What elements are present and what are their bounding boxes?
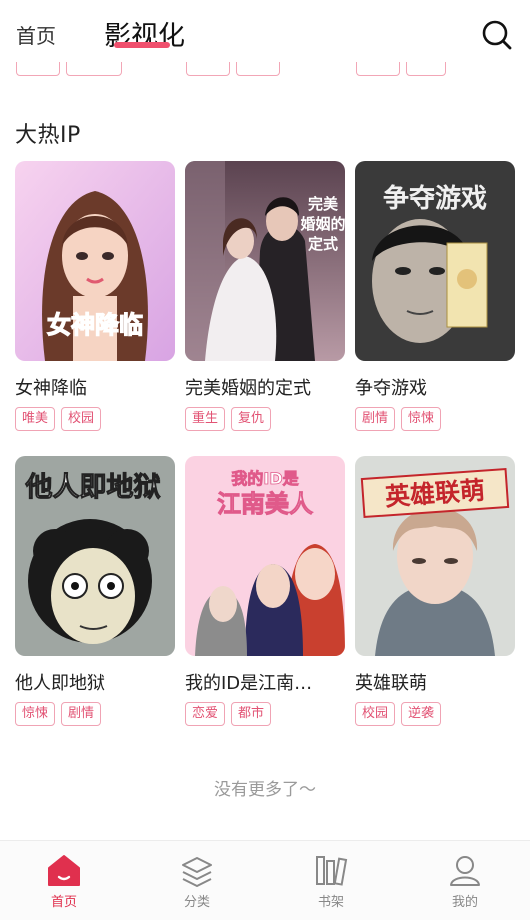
nav-home[interactable]: 首页 <box>24 853 104 915</box>
cover-title-text: 江南美人 <box>217 490 313 518</box>
tag[interactable]: 剧情 <box>61 702 102 726</box>
comic-title[interactable]: 我的ID是江南… <box>185 669 345 695</box>
comic-title[interactable]: 完美婚姻的定式 <box>185 374 345 400</box>
tag <box>356 62 400 76</box>
nav-label: 书架 <box>317 895 344 910</box>
section-title: 大热IP <box>15 123 81 148</box>
tag[interactable]: 校园 <box>61 407 102 431</box>
nav-bookshelf[interactable]: 书架 <box>291 853 371 915</box>
comic-cover[interactable]: 英雄联萌 <box>355 456 515 656</box>
cover-title-text: 婚姻的 <box>300 215 345 233</box>
top-bar: 首页 影视化 <box>0 0 530 62</box>
nav-label: 我的 <box>451 895 478 910</box>
comic-card[interactable]: 女神降临 女神降临 唯美 校园 <box>15 161 175 436</box>
comic-cover[interactable]: 争夺游戏 <box>355 161 515 361</box>
comic-title[interactable]: 英雄联萌 <box>355 669 515 695</box>
tag[interactable]: 惊悚 <box>15 702 56 726</box>
tag-list: 校园 逆袭 <box>355 702 442 726</box>
no-more-text: 没有更多了～ <box>214 780 316 800</box>
tag-list: 惊悚 剧情 <box>15 702 102 726</box>
nav-label: 分类 <box>183 895 210 910</box>
comic-card[interactable]: 英雄联萌 英雄联萌 校园 逆袭 <box>355 456 515 731</box>
tag <box>236 62 280 76</box>
tag[interactable]: 校园 <box>355 702 396 726</box>
tag-list: 剧情 惊悚 <box>355 407 442 431</box>
comic-card[interactable]: 我的ID是 江南美人 我的ID是江南… 恋爱 都市 <box>185 456 345 731</box>
tag-list: 唯美 校园 <box>15 407 102 431</box>
nav-profile[interactable]: 我的 <box>425 853 505 915</box>
comic-title[interactable]: 女神降临 <box>15 374 175 400</box>
tag <box>66 62 122 76</box>
cover-title-text: 女神降临 <box>47 311 143 339</box>
cover-title-text: 完美 <box>308 195 339 213</box>
comic-card[interactable]: 他人即地狱 他人即地狱 惊悚 剧情 <box>15 456 175 731</box>
tag[interactable]: 逆袭 <box>401 702 442 726</box>
tag[interactable]: 剧情 <box>355 407 396 431</box>
cover-title-text: 他人即地狱 <box>25 472 161 503</box>
cover-title-text: 争夺游戏 <box>383 184 487 214</box>
cover-title-text: 我的ID是 <box>231 469 298 488</box>
comic-title[interactable]: 他人即地狱 <box>15 669 175 695</box>
comic-cover[interactable]: 他人即地狱 <box>15 456 175 656</box>
previous-row-tags <box>0 62 530 82</box>
tag[interactable]: 重生 <box>185 407 226 431</box>
active-tab-indicator <box>114 42 170 48</box>
search-button[interactable] <box>480 18 514 52</box>
tag <box>16 62 60 76</box>
bottom-nav: 首页 分类 书架 我的 <box>0 840 530 920</box>
tag <box>406 62 446 76</box>
comic-card[interactable]: 完美 婚姻的 定式 完美婚姻的定式 重生 复仇 <box>185 161 345 436</box>
comic-cover[interactable]: 完美 婚姻的 定式 <box>185 161 345 361</box>
tag-list: 恋爱 都市 <box>185 702 272 726</box>
comic-title[interactable]: 争夺游戏 <box>355 374 515 400</box>
tab-home[interactable]: 首页 <box>16 20 56 49</box>
cover-title-text: 定式 <box>308 235 338 253</box>
comic-cover[interactable]: 我的ID是 江南美人 <box>185 456 345 656</box>
nav-category[interactable]: 分类 <box>157 853 237 915</box>
home-icon <box>48 855 80 886</box>
comic-card[interactable]: 争夺游戏 争夺游戏 剧情 惊悚 <box>355 161 515 436</box>
comic-cover[interactable]: 女神降临 <box>15 161 175 361</box>
category-icon <box>182 857 212 887</box>
tag-list: 重生 复仇 <box>185 407 272 431</box>
tag <box>186 62 230 76</box>
tag[interactable]: 都市 <box>231 702 272 726</box>
nav-label: 首页 <box>50 895 77 910</box>
tag[interactable]: 复仇 <box>231 407 272 431</box>
tag[interactable]: 唯美 <box>15 407 56 431</box>
profile-icon <box>450 856 480 886</box>
bookshelf-icon <box>316 856 348 886</box>
tag[interactable]: 惊悚 <box>401 407 442 431</box>
search-icon <box>482 20 512 50</box>
tag[interactable]: 恋爱 <box>185 702 226 726</box>
